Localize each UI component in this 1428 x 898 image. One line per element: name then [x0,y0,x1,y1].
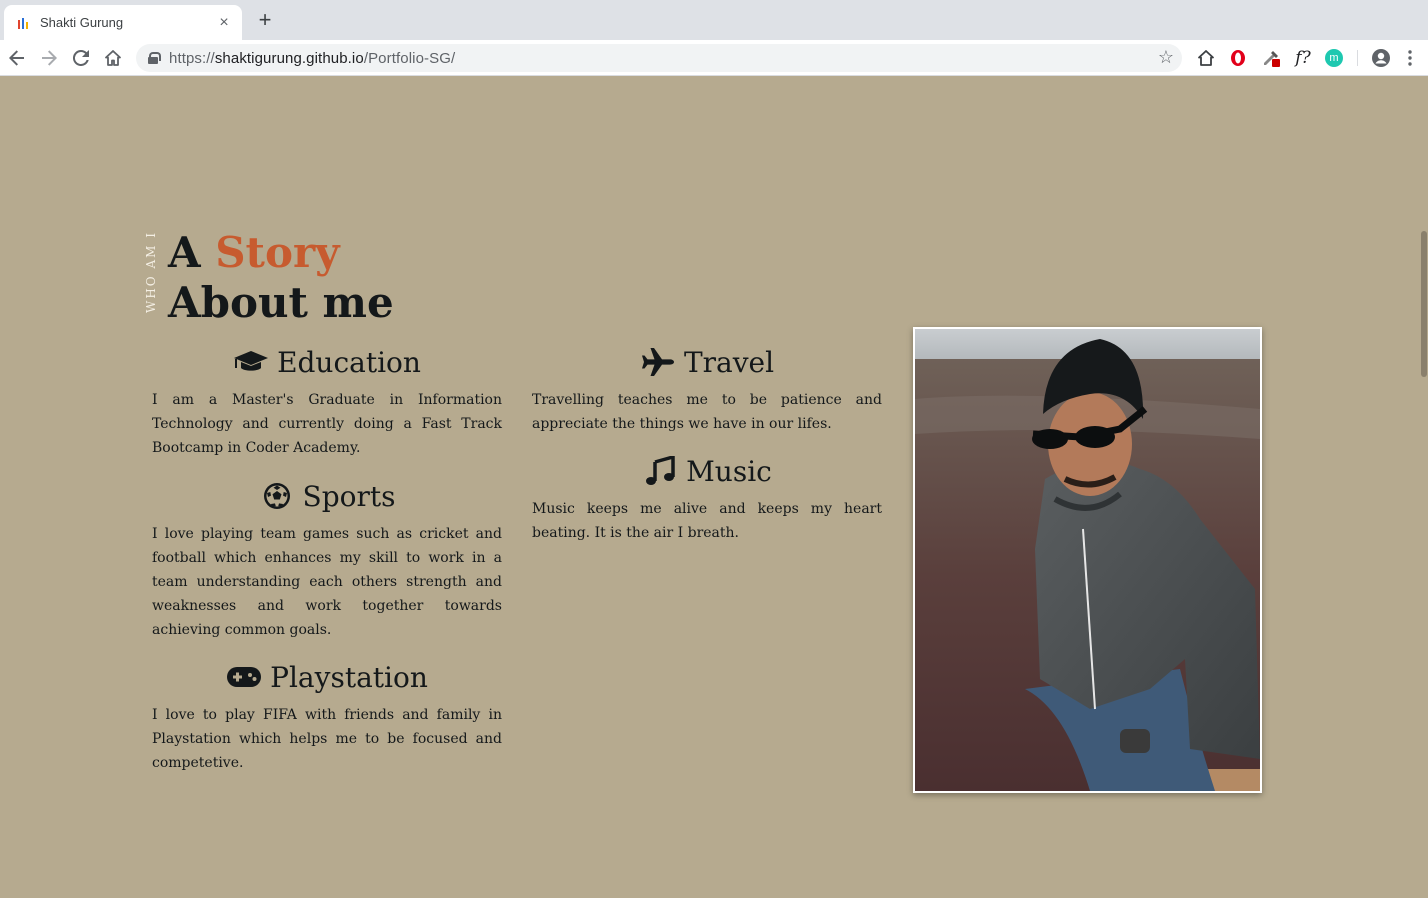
m-extension-button[interactable]: m [1324,48,1344,68]
card-title-text: Sports [302,479,396,513]
card-title-text: Travel [683,345,775,379]
browser-toolbar: https://shaktigurung.github.io/Portfolio… [0,40,1428,76]
page-content: WHO AM I A Story About me Education I am… [0,77,1420,898]
scrollbar-thumb[interactable] [1421,231,1427,377]
graduation-cap-icon [233,347,269,377]
page-title: A Story About me [168,228,394,328]
m-extension-icon: m [1325,49,1343,67]
card-text: I love playing team games such as cricke… [152,526,502,638]
card-title: Music [532,452,882,490]
reload-icon [73,50,89,66]
card-title-text: Education [277,345,421,379]
section-vertical-label: WHO AM I [144,231,158,313]
profile-photo [913,327,1262,793]
home-icon [105,50,121,66]
site-favicon-icon [18,17,30,29]
card-music: Music Music keeps me alive and keeps my … [532,452,882,545]
card-text: Music keeps me alive and keeps my heart … [532,501,882,541]
lock-icon [148,52,161,64]
profile-button[interactable] [1371,48,1391,68]
heading-line-2: About me [168,278,394,327]
card-education: Education I am a Master's Graduate in In… [152,343,502,460]
font-identifier-button[interactable]: f? [1291,48,1315,68]
page-scrollbar[interactable] [1420,77,1428,898]
card-sports: Sports I love playing team games such as… [152,477,502,642]
home-button[interactable] [101,46,125,70]
tab-strip: Shakti Gurung × + [0,0,1428,40]
card-travel: Travel Travelling teaches me to be patie… [532,343,882,436]
home-icon [1198,50,1214,66]
opera-icon [1231,50,1245,66]
card-text: I am a Master's Graduate in Information … [152,392,502,456]
back-button[interactable] [5,46,29,70]
reload-button[interactable] [69,46,93,70]
card-text: I love to play FIFA with friends and fam… [152,707,502,771]
card-playstation: Playstation I love to play FIFA with fri… [152,658,502,775]
card-title: Playstation [152,658,502,696]
eyedropper-extension-button[interactable] [1261,48,1281,68]
bookmark-star-icon[interactable]: ☆ [1158,47,1174,68]
account-icon [1372,49,1390,67]
card-title-text: Music [686,454,772,488]
back-arrow-icon [9,50,24,66]
address-bar[interactable]: https://shaktigurung.github.io/Portfolio… [136,44,1182,72]
card-text: Travelling teaches me to be patience and… [532,392,882,432]
toolbar-divider [1357,50,1358,66]
card-title: Travel [532,343,882,381]
soccer-ball-icon [259,481,295,511]
home-extension-button[interactable] [1196,48,1216,68]
tab-close-icon[interactable]: × [216,14,232,32]
browser-tab[interactable]: Shakti Gurung × [4,5,242,40]
card-title: Education [152,343,502,381]
forward-arrow-icon [42,50,57,66]
url-text: https://shaktigurung.github.io/Portfolio… [169,49,456,67]
music-note-icon [642,456,678,486]
card-title: Sports [152,477,502,515]
opera-extension-button[interactable] [1228,48,1248,68]
plane-icon [640,347,676,377]
browser-menu-button[interactable] [1403,48,1417,68]
eyedropper-icon [1264,51,1280,67]
menu-icon [1408,50,1412,66]
new-tab-button[interactable]: + [254,9,276,31]
heading-prefix: A [168,228,216,277]
gamepad-icon [226,662,262,692]
card-title-text: Playstation [270,660,428,694]
heading-accent: Story [215,228,340,277]
tab-title: Shakti Gurung [40,15,124,30]
forward-button[interactable] [37,46,61,70]
